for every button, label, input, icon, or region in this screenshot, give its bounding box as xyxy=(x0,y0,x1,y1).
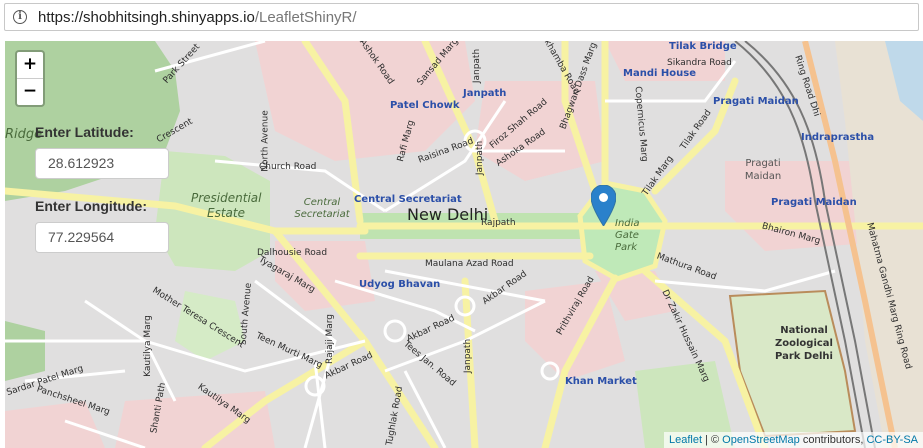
address-bar[interactable]: i https://shobhitsingh.shinyapps.io/Leaf… xyxy=(4,3,919,31)
road-label: Sikandra Road xyxy=(667,58,732,68)
place-label-tilak-bridge: Tilak Bridge xyxy=(669,41,737,52)
road-label: Janpath xyxy=(472,48,483,84)
road-label: Dalhousie Road xyxy=(257,248,328,258)
area-label-india-gate-park: India Gate Park xyxy=(615,218,640,253)
place-label-janpath: Janpath xyxy=(463,88,507,99)
place-label-udyog-bhavan: Udyog Bhavan xyxy=(359,279,441,290)
longitude-input[interactable]: 77.229564 xyxy=(35,222,169,253)
city-label-new-delhi: New Delhi xyxy=(407,205,489,224)
road-label: Janpath xyxy=(475,140,486,176)
place-label-central-secretariat: Central Secretariat xyxy=(354,194,462,205)
place-label-patel-chowk: Patel Chowk xyxy=(390,100,460,111)
area-label-pragati-maidan: Pragati Maidan xyxy=(744,158,782,182)
road-label: Janpath xyxy=(463,338,474,374)
place-label-indraprastha: Indraprastha xyxy=(801,132,875,143)
place-label-mandi-house: Mandi House xyxy=(623,68,696,79)
attribution-separator: | © xyxy=(702,434,723,446)
latitude-label: Enter Latitude: xyxy=(35,124,134,140)
attribution-contributors: contributors, xyxy=(799,434,867,446)
road-label: Rajaji Marg xyxy=(324,314,335,364)
zoom-out-button[interactable]: − xyxy=(17,79,43,105)
map-marker-icon[interactable] xyxy=(591,185,616,226)
leaflet-map[interactable]: Park Street Ashok Road Sansad Marg Janpa… xyxy=(5,41,923,448)
area-label-presidential-estate: Presidential Estate xyxy=(191,191,262,220)
license-link[interactable]: CC-BY-SA xyxy=(866,434,918,446)
place-label-khan-market: Khan Market xyxy=(565,376,637,387)
area-label-central-secretariat: Central Secretariat xyxy=(294,197,350,220)
info-icon[interactable]: i xyxy=(13,10,27,24)
map-attribution: Leaflet | © OpenStreetMap contributors, … xyxy=(663,432,923,448)
road-label: Kautilya Marg xyxy=(142,315,153,377)
url-host: https://shobhitsingh.shinyapps.io xyxy=(38,9,255,26)
zoom-control: + − xyxy=(15,50,45,107)
osm-link[interactable]: OpenStreetMap xyxy=(722,434,800,446)
url-path: /LeafletShinyR/ xyxy=(254,9,357,26)
zoom-in-button[interactable]: + xyxy=(17,52,43,79)
url-text[interactable]: https://shobhitsingh.shinyapps.io/Leafle… xyxy=(38,9,357,26)
longitude-label: Enter Longitude: xyxy=(35,198,147,214)
road-label: Church Road xyxy=(259,162,317,172)
area-label-national-zoological-park: National Zoological Park Delhi xyxy=(775,325,833,362)
place-label-pragati-maidan-2: Pragati Maidan xyxy=(771,197,857,208)
leaflet-link[interactable]: Leaflet xyxy=(669,434,702,446)
road-label: Maulana Azad Road xyxy=(425,259,514,269)
latitude-input[interactable]: 28.612923 xyxy=(35,148,169,179)
place-label-pragati-maidan: Pragati Maidan xyxy=(713,96,799,107)
